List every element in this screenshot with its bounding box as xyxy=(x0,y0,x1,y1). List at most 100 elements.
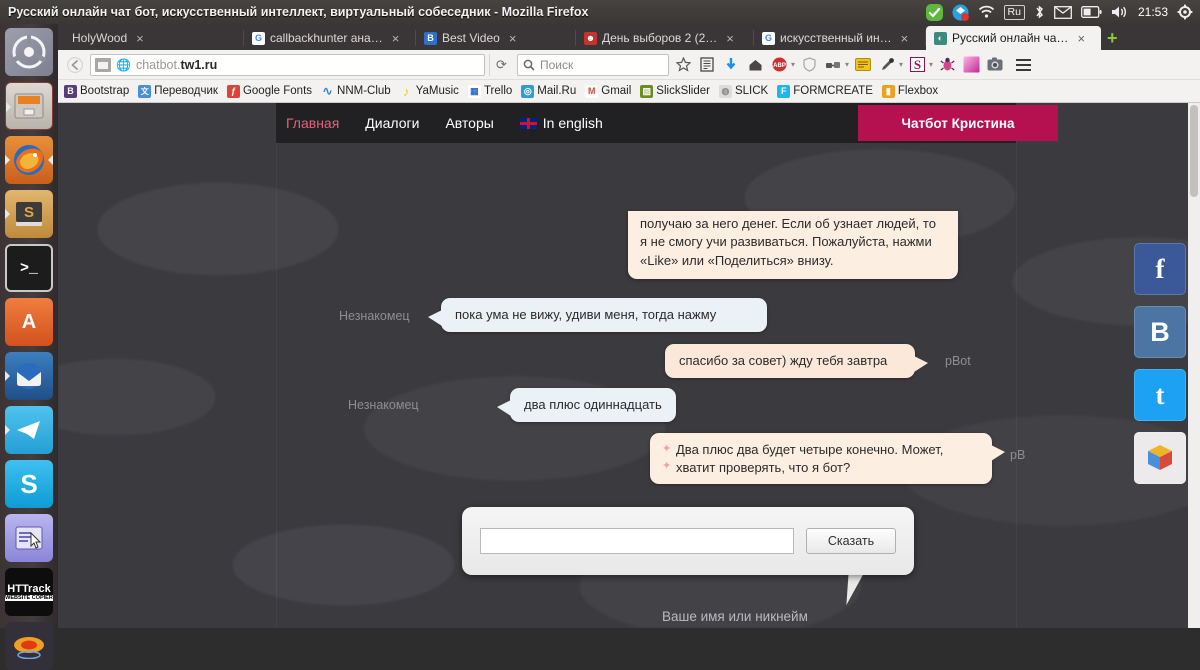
launcher-item-skype[interactable]: S xyxy=(5,460,53,508)
tab-close-icon[interactable]: × xyxy=(136,31,144,46)
camera-icon[interactable] xyxy=(985,55,1005,75)
browser-tab-2[interactable]: B Best Video × xyxy=(416,26,576,50)
tab-close-icon[interactable]: × xyxy=(509,31,517,46)
tab-close-icon[interactable]: × xyxy=(1077,31,1085,46)
eyedropper-icon[interactable] xyxy=(877,55,897,75)
bootstrap-icon: B xyxy=(64,84,77,98)
system-clock[interactable]: 21:53 xyxy=(1138,5,1168,19)
chevron-down-icon[interactable]: ▾ xyxy=(929,60,933,69)
checkmark-green-icon[interactable] xyxy=(925,3,943,21)
launcher-item-ubuntu-dash[interactable] xyxy=(5,28,53,76)
reader-icon[interactable] xyxy=(697,55,717,75)
home-icon[interactable] xyxy=(745,55,765,75)
bookmark-label: Переводчик xyxy=(154,85,218,97)
svg-text:S: S xyxy=(913,57,920,72)
bookmark-perevodchik[interactable]: 文 Переводчик xyxy=(138,84,218,98)
chevron-down-icon[interactable]: ▾ xyxy=(899,60,903,69)
vkontakte-share-button[interactable]: B xyxy=(1134,306,1186,358)
firefox-window: HolyWood × G callbackhunter ана… × B Bes… xyxy=(58,24,1200,628)
notes-yellow-icon[interactable] xyxy=(853,55,873,75)
launcher-item-httrack[interactable]: HTTrack WEBSITE COPIER xyxy=(5,568,53,616)
window-title: Русский онлайн чат бот, искусственный ин… xyxy=(8,5,589,19)
nav-item-in-english[interactable]: In english xyxy=(519,115,603,131)
browser-tab-5-active[interactable]: ◐ Русский онлайн ча… × xyxy=(926,26,1101,50)
site-identity-icon[interactable] xyxy=(95,57,111,72)
browser-tab-3[interactable]: ☻ День выборов 2 (2… × xyxy=(576,26,754,50)
firebug-icon[interactable] xyxy=(937,55,957,75)
launcher-item-thunderbird[interactable] xyxy=(5,352,53,400)
bookmark-nnm-club[interactable]: ∿ NNM-Club xyxy=(321,84,390,98)
stylish-s-icon[interactable]: S xyxy=(907,55,927,75)
bookmark-yamusic[interactable]: ♪ YaMusic xyxy=(400,83,459,99)
chevron-down-icon[interactable]: ▾ xyxy=(791,60,795,69)
launcher-item-telegram[interactable] xyxy=(5,406,53,454)
search-bar[interactable]: Поиск xyxy=(517,53,669,76)
reload-icon[interactable]: ⟳ xyxy=(489,53,513,76)
tab-close-icon[interactable]: × xyxy=(901,31,909,46)
mail-icon[interactable] xyxy=(1054,5,1072,19)
yamusic-icon: ♪ xyxy=(402,83,410,99)
launcher-item-files[interactable] xyxy=(5,82,53,130)
adblock-icon[interactable]: ABP xyxy=(769,55,789,75)
svg-text:ABP: ABP xyxy=(773,63,786,69)
battery-icon[interactable] xyxy=(1081,6,1102,18)
globe-icon: 🌐 xyxy=(116,57,131,72)
page-scrollbar-vertical[interactable] xyxy=(1188,103,1200,628)
nav-item-avtory[interactable]: Авторы xyxy=(445,115,493,131)
launcher-item-other-app[interactable] xyxy=(5,622,53,670)
plugin-icon[interactable] xyxy=(823,55,843,75)
bookmark-trello[interactable]: ▦ Trello xyxy=(467,84,513,98)
launcher-running-arrow xyxy=(5,155,10,165)
bookmark-label: Trello xyxy=(483,85,513,97)
bookmark-label: SlickSlider xyxy=(656,85,710,97)
wifi-icon[interactable] xyxy=(978,5,995,19)
other-share-button[interactable] xyxy=(1134,432,1186,484)
browser-tab-4[interactable]: G искусственный ин… × xyxy=(754,26,926,50)
back-arrow-icon[interactable] xyxy=(64,54,86,76)
chevron-down-icon[interactable]: ▾ xyxy=(845,60,849,69)
bookmark-formcreate[interactable]: F FORMCREATE xyxy=(777,84,873,98)
bubble-tail xyxy=(497,400,511,416)
keyboard-layout-indicator[interactable]: Ru xyxy=(1003,4,1025,20)
launcher-item-sublime-text[interactable]: S xyxy=(5,190,53,238)
bookmark-google-fonts[interactable]: ƒ Google Fonts xyxy=(226,84,312,98)
uk-flag-icon xyxy=(519,117,537,129)
downloads-icon[interactable] xyxy=(721,55,741,75)
nav-item-glavnaya[interactable]: Главная xyxy=(286,115,339,131)
tab-close-icon[interactable]: × xyxy=(392,31,400,46)
gear-icon[interactable] xyxy=(1177,4,1193,20)
layout-seam-right xyxy=(1016,103,1017,628)
bookmark-mail-ru[interactable]: ◎ Mail.Ru xyxy=(521,84,576,98)
bluetooth-icon[interactable] xyxy=(1034,4,1045,20)
hamburger-menu-icon[interactable] xyxy=(1013,55,1033,75)
nnm-club-icon: ∿ xyxy=(322,84,333,98)
tab-close-icon[interactable]: × xyxy=(726,31,734,46)
scrollbar-thumb[interactable] xyxy=(1190,105,1198,197)
twitter-share-button[interactable]: t xyxy=(1134,369,1186,421)
bookmark-bootstrap[interactable]: B Bootstrap xyxy=(64,84,129,98)
nickname-input[interactable] xyxy=(480,528,794,554)
browser-tab-1[interactable]: G callbackhunter ана… × xyxy=(244,26,416,50)
launcher-item-firefox[interactable] xyxy=(5,136,53,184)
volume-icon[interactable] xyxy=(1111,5,1129,19)
bookmark-slick[interactable]: ◍ SLICK xyxy=(718,84,768,98)
new-tab-button[interactable]: + xyxy=(1107,29,1118,47)
dropbox-blue-icon[interactable] xyxy=(952,4,969,21)
star-bookmark-icon[interactable] xyxy=(673,55,693,75)
vkontakte-icon: B xyxy=(1150,316,1170,347)
bookmark-slickslider[interactable]: ▨ SlickSlider xyxy=(640,84,710,98)
shield-icon[interactable] xyxy=(799,55,819,75)
chatbot-christina-badge[interactable]: Чатбот Кристина xyxy=(858,105,1058,141)
tab-label: HolyWood xyxy=(72,31,128,45)
nav-item-dialogi[interactable]: Диалоги xyxy=(365,115,419,131)
bookmark-flexbox[interactable]: ▮ Flexbox xyxy=(881,84,938,98)
launcher-item-screenshot-tool[interactable] xyxy=(5,514,53,562)
bookmark-gmail[interactable]: M Gmail xyxy=(585,84,631,98)
url-bar[interactable]: 🌐 chatbot.tw1.ru xyxy=(90,53,485,76)
launcher-item-ubuntu-software[interactable]: A xyxy=(5,298,53,346)
browser-tab-0[interactable]: HolyWood × xyxy=(64,26,244,50)
facebook-share-button[interactable]: f xyxy=(1134,243,1186,295)
launcher-item-terminal[interactable]: >_ xyxy=(5,244,53,292)
say-button[interactable]: Сказать xyxy=(806,528,896,554)
colorpicker-icon[interactable] xyxy=(961,55,981,75)
